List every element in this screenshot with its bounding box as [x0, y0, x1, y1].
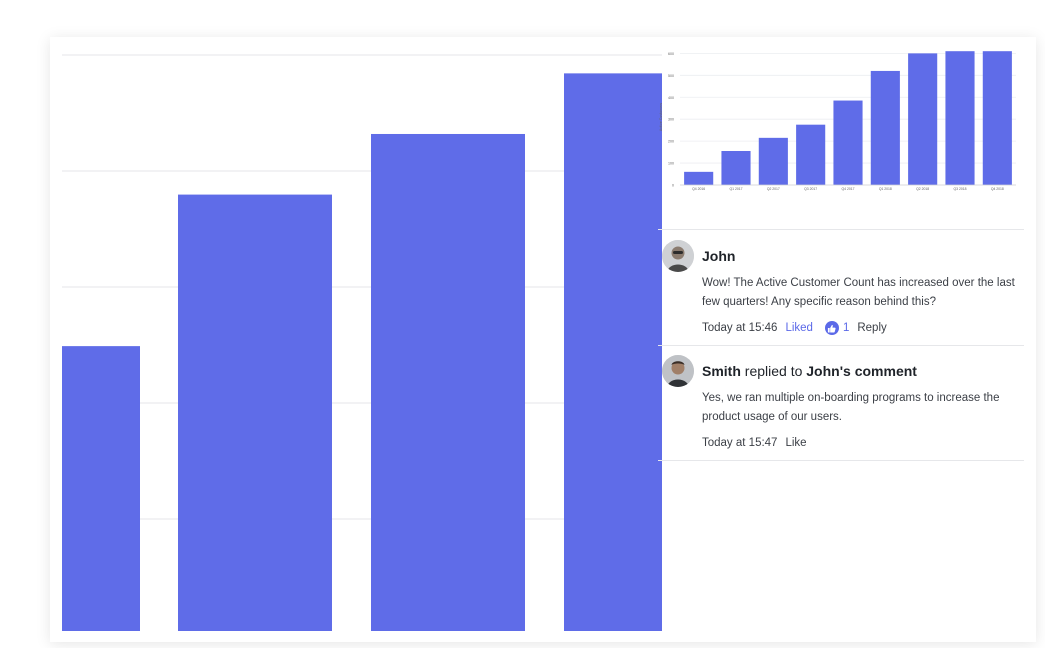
mini-ytick-label: 200: [668, 140, 674, 144]
like-button[interactable]: Like: [785, 437, 806, 449]
mini-ytick-label: 600: [668, 52, 674, 56]
mini-bar: [982, 51, 1012, 186]
bar: [564, 73, 662, 631]
mini-xtick-label: Q4 2016: [692, 187, 705, 191]
comment-timestamp: Today at 15:46: [702, 322, 778, 334]
bar: [178, 194, 332, 631]
big-bar-chart-svg: [62, 54, 662, 631]
mini-ytick-label: 0: [672, 184, 674, 188]
comment-meta: Today at 15:46 Liked 1 Reply: [702, 321, 887, 335]
mini-bar: [796, 124, 826, 185]
mini-ytick-label: 100: [668, 162, 674, 166]
mini-xtick-label: Q3 2017: [804, 187, 817, 191]
dashboard-card: 0 100 200 300 400 500 600 Active Customers Q4 20…: [50, 37, 1036, 642]
mini-xtick-label: Q4 2018: [991, 187, 1004, 191]
comment-text: Wow! The Active Customer Count has incre…: [702, 277, 1015, 308]
comment-text: Yes, we ran multiple on-boarding program…: [702, 392, 1000, 423]
bar: [62, 346, 140, 631]
mini-bar: [721, 151, 751, 185]
thumbs-up-icon: [824, 321, 839, 335]
mini-xtick-label: Q2 2018: [916, 187, 929, 191]
mini-bar-chart: 0 100 200 300 400 500 600 Active Customers Q4 20…: [654, 45, 1022, 205]
mini-bar: [945, 51, 975, 186]
comment-author-name[interactable]: Smith: [702, 363, 741, 379]
comment-smith: Smith replied to John's comment Yes, we …: [662, 355, 1024, 460]
comments-divider-middle: [658, 345, 1024, 346]
mini-bar: [870, 70, 900, 185]
comment-author: John: [702, 248, 735, 264]
mini-xtick-label: Q1 2017: [729, 187, 742, 191]
like-count: 1: [842, 322, 850, 334]
comments-divider-bottom: [658, 460, 1024, 461]
mini-xtick-label: Q1 2018: [879, 187, 892, 191]
comment-author-name[interactable]: John: [702, 248, 735, 264]
comment-john: John Wow! The Active Customer Count has …: [662, 240, 1024, 345]
replied-to-label: replied to: [744, 363, 803, 379]
mini-ytick-label: 500: [668, 74, 674, 78]
bar: [371, 133, 525, 631]
mini-xtick-label: Q3 2018: [953, 187, 966, 191]
mini-bar: [908, 53, 938, 185]
mini-ytick-label: 300: [668, 118, 674, 122]
mini-bar: [758, 137, 788, 185]
mini-xtick-label: Q4 2017: [841, 187, 854, 191]
comment-meta: Today at 15:47 Like: [702, 437, 807, 449]
person-avatar-icon[interactable]: [662, 240, 694, 272]
replied-to-link[interactable]: John's comment: [806, 363, 917, 379]
mini-bar: [833, 100, 863, 185]
mini-bar: [684, 171, 714, 185]
comment-author: Smith replied to John's comment: [702, 363, 917, 379]
big-bar-chart: [62, 37, 662, 631]
mini-ytick-label: 400: [668, 96, 674, 100]
liked-button[interactable]: Liked: [785, 322, 813, 334]
comments-divider-top: [658, 229, 1024, 230]
comment-timestamp: Today at 15:47: [702, 437, 778, 449]
person-avatar-icon[interactable]: [662, 355, 694, 387]
reply-button[interactable]: Reply: [857, 322, 886, 334]
mini-bar-chart-svg: 0 100 200 300 400 500 600 Active Customers Q4 20…: [659, 51, 1016, 191]
mini-ylabel: Active Customers: [659, 103, 663, 131]
mini-xtick-label: Q2 2017: [767, 187, 780, 191]
